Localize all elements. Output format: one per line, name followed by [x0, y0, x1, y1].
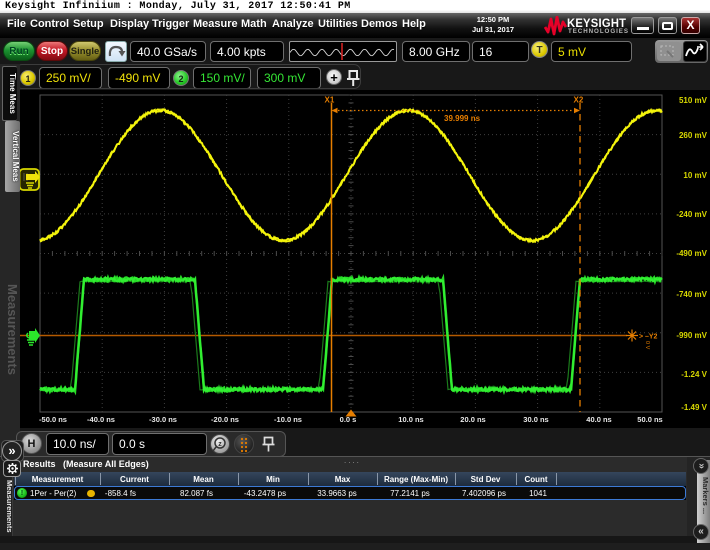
svg-text:X1: X1: [325, 96, 335, 105]
svg-text:0 V: 0 V: [644, 341, 650, 350]
svg-text:X2: X2: [574, 96, 584, 105]
svg-text:–Y2: –Y2: [645, 334, 658, 341]
svg-text:>: >: [639, 334, 643, 341]
svg-text:39.999 ns: 39.999 ns: [444, 114, 481, 123]
svg-text:z: z: [218, 441, 222, 448]
